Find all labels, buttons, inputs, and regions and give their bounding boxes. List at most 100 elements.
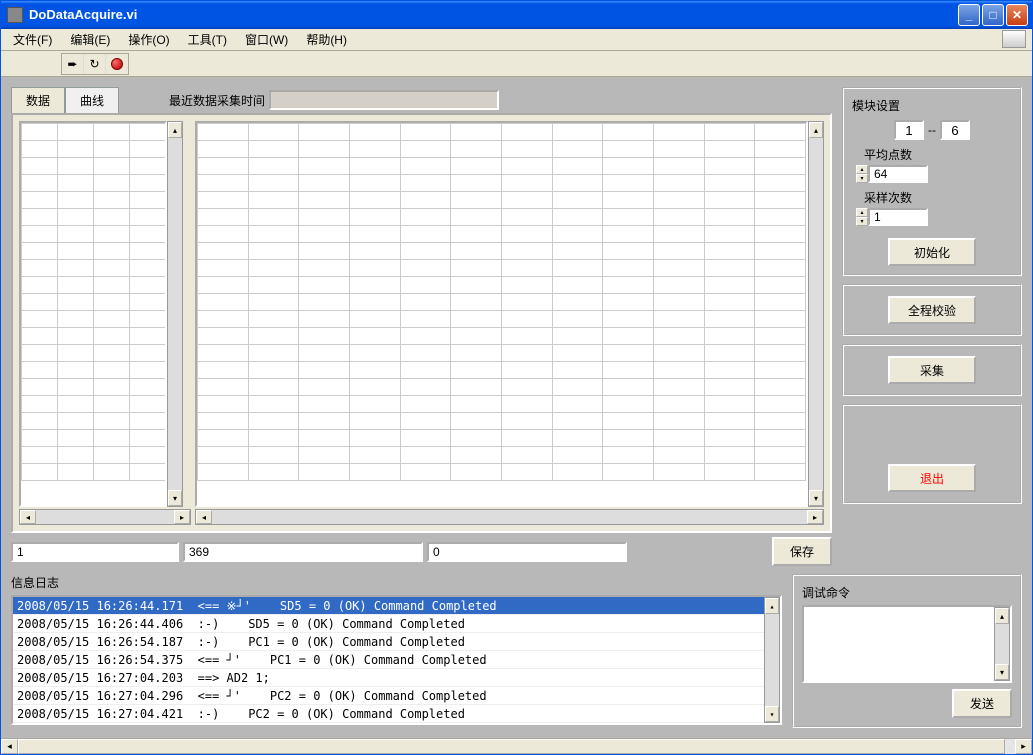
run-continuous-button[interactable]: ↻ [84, 54, 106, 74]
menu-window[interactable]: 窗口(W) [237, 29, 296, 50]
left-panel: 数据 曲线 最近数据采集时间 ▴ [11, 87, 832, 566]
avg-points-field[interactable]: 64 [868, 165, 928, 183]
bottom-inputs: 1 369 0 保存 [11, 537, 832, 566]
menu-tools[interactable]: 工具(T) [180, 29, 235, 50]
module-settings-title: 模块设置 [852, 97, 1012, 114]
input-index-2[interactable]: 369 [183, 542, 423, 562]
window-controls: _ □ ✕ [958, 4, 1032, 26]
tab-curve[interactable]: 曲线 [65, 87, 119, 113]
scroll-up-icon[interactable]: ▴ [995, 608, 1009, 624]
scroll-track[interactable] [168, 138, 182, 490]
scroll-track[interactable] [995, 624, 1009, 664]
scroll-down-icon[interactable]: ▾ [765, 706, 779, 722]
menu-edit[interactable]: 编辑(E) [62, 29, 118, 50]
avg-points-label: 平均点数 [864, 146, 1012, 163]
spin-down-icon[interactable]: ▾ [856, 174, 868, 183]
menu-file[interactable]: 文件(F) [5, 29, 60, 50]
calibrate-box: 全程校验 [842, 284, 1022, 336]
maximize-button[interactable]: □ [982, 4, 1004, 26]
scroll-down-icon[interactable]: ▾ [995, 664, 1009, 680]
log-title: 信息日志 [11, 574, 782, 591]
menu-help[interactable]: 帮助(H) [298, 29, 355, 50]
main-hscrollbar[interactable]: ◂ ▸ [1, 738, 1032, 754]
content-area: 数据 曲线 最近数据采集时间 ▴ [1, 77, 1032, 738]
spin-down-icon[interactable]: ▾ [856, 217, 868, 226]
grid-right-hscroll[interactable]: ◂ ▸ [195, 509, 824, 525]
spin-up-icon[interactable]: ▴ [856, 165, 868, 174]
sample-count-field[interactable]: 1 [868, 208, 928, 226]
log-line[interactable]: 2008/05/15 16:26:44.406 :-) SD5 = 0 (OK)… [13, 615, 764, 633]
scroll-track[interactable] [18, 739, 1015, 754]
scroll-left-icon[interactable]: ◂ [196, 510, 212, 524]
module-end-input[interactable] [940, 120, 970, 140]
grid-left-hscroll[interactable]: ◂ ▸ [19, 509, 191, 525]
tabs-row: 数据 曲线 最近数据采集时间 [11, 87, 832, 113]
scroll-thumb[interactable] [18, 739, 1005, 754]
app-icon [7, 7, 23, 23]
main-area: 数据 曲线 最近数据采集时间 ▴ [11, 87, 1022, 566]
right-panel: 模块设置 -- 平均点数 ▴ ▾ 64 采样次数 [842, 87, 1022, 566]
menubar: 文件(F) 编辑(E) 操作(O) 工具(T) 窗口(W) 帮助(H) [1, 29, 1032, 51]
toolbar: ➨ ↻ [1, 51, 1032, 77]
vi-icon[interactable] [1002, 30, 1026, 48]
tab-data[interactable]: 数据 [11, 87, 65, 113]
sample-count-spinner: ▴ ▾ 1 [856, 208, 1012, 226]
input-index-1[interactable]: 1 [11, 542, 179, 562]
calibrate-button[interactable]: 全程校验 [888, 296, 976, 324]
exit-button[interactable]: 退出 [888, 464, 976, 492]
grid-right-vscroll[interactable]: ▴ ▾ [808, 121, 824, 507]
scroll-track[interactable] [765, 614, 779, 706]
scroll-track[interactable] [212, 510, 807, 524]
close-button[interactable]: ✕ [1006, 4, 1028, 26]
log-line[interactable]: 2008/05/15 16:27:04.296 <== ┘' PC2 = 0 (… [13, 687, 764, 705]
recent-time-field[interactable] [269, 90, 499, 110]
module-range-row: -- [852, 120, 1012, 140]
scroll-up-icon[interactable]: ▴ [765, 598, 779, 614]
scroll-down-icon[interactable]: ▾ [168, 490, 182, 506]
scroll-track[interactable] [809, 138, 823, 490]
log-line[interactable]: 2008/05/15 16:26:54.187 :-) PC1 = 0 (OK)… [13, 633, 764, 651]
log-line[interactable]: 2008/05/15 16:27:04.421 :-) PC2 = 0 (OK)… [13, 705, 764, 723]
menu-operate[interactable]: 操作(O) [120, 29, 177, 50]
save-button[interactable]: 保存 [772, 537, 832, 566]
run-button[interactable]: ➨ [62, 54, 84, 74]
abort-button[interactable] [106, 54, 128, 74]
app-window: DoDataAcquire.vi _ □ ✕ 文件(F) 编辑(E) 操作(O)… [0, 0, 1033, 755]
log-vscroll[interactable]: ▴ ▾ [764, 597, 780, 723]
scroll-up-icon[interactable]: ▴ [168, 122, 182, 138]
module-start-input[interactable] [894, 120, 924, 140]
abort-icon [111, 58, 123, 70]
minimize-button[interactable]: _ [958, 4, 980, 26]
window-title: DoDataAcquire.vi [29, 7, 958, 22]
grid-right-inner: ▴ ▾ [195, 121, 824, 507]
input-index-3[interactable]: 0 [427, 542, 627, 562]
grid-left-table[interactable] [19, 121, 167, 507]
grid-right-table[interactable] [195, 121, 808, 507]
debug-vscroll[interactable]: ▴ ▾ [994, 607, 1010, 681]
scroll-left-icon[interactable]: ◂ [1, 739, 18, 754]
grid-left-vscroll[interactable]: ▴ ▾ [167, 121, 183, 507]
scroll-left-icon[interactable]: ◂ [20, 510, 36, 524]
log-line[interactable]: 2008/05/15 16:26:54.375 <== ┘' PC1 = 0 (… [13, 651, 764, 669]
scroll-track[interactable] [36, 510, 174, 524]
log-section: 信息日志 2008/05/15 16:26:44.171 <== ※┘' SD5… [11, 574, 1022, 728]
debug-textarea[interactable]: ▴ ▾ [802, 605, 1012, 683]
acquire-button[interactable]: 采集 [888, 356, 976, 384]
spin-up-icon[interactable]: ▴ [856, 208, 868, 217]
log-line[interactable]: 2008/05/15 16:26:44.171 <== ※┘' SD5 = 0 … [13, 597, 764, 615]
debug-title: 调试命令 [802, 584, 1012, 601]
scroll-right-icon[interactable]: ▸ [807, 510, 823, 524]
range-separator: -- [928, 123, 936, 137]
log-lines[interactable]: 2008/05/15 16:26:44.171 <== ※┘' SD5 = 0 … [13, 597, 764, 723]
recent-time-label: 最近数据采集时间 [169, 92, 265, 109]
scroll-up-icon[interactable]: ▴ [809, 122, 823, 138]
send-button[interactable]: 发送 [952, 689, 1012, 718]
sample-count-label: 采样次数 [864, 189, 1012, 206]
log-line[interactable]: 2008/05/15 16:27:04.203 ==> AD2 1; [13, 669, 764, 687]
init-button[interactable]: 初始化 [888, 238, 976, 266]
scroll-right-icon[interactable]: ▸ [1015, 739, 1032, 754]
scroll-down-icon[interactable]: ▾ [809, 490, 823, 506]
scroll-right-icon[interactable]: ▸ [174, 510, 190, 524]
grid-area: ▴ ▾ ◂ ▸ [11, 113, 832, 533]
exit-box: 退出 [842, 404, 1022, 504]
